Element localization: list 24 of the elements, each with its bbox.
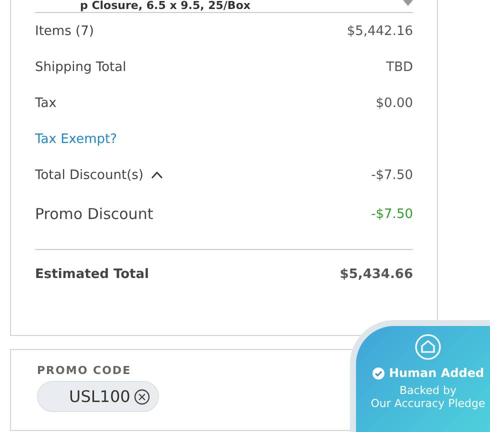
summary-value: $5,442.16 (346, 24, 413, 38)
total-value: $5,434.66 (340, 266, 413, 282)
tax-exempt-link[interactable]: Tax Exempt? (35, 132, 117, 146)
check-icon (372, 366, 385, 380)
summary-value: TBD (386, 60, 413, 74)
discount-toggle[interactable]: Total Discount(s) (35, 168, 164, 182)
caret-icon (151, 171, 164, 179)
total-label: Estimated Total (35, 266, 149, 282)
summary-label: Tax (35, 96, 56, 110)
remove-icon[interactable] (134, 388, 150, 404)
house-icon (415, 334, 441, 360)
summary-label: Shipping Total (35, 60, 126, 74)
summary-value: $0.00 (376, 96, 413, 110)
pledge-title: Human Added (388, 366, 484, 380)
item-title: p Closure, 6.5 x 9.5, 25/Box (80, 0, 250, 11)
promo-code: USL100 (69, 387, 130, 406)
summary-label: Promo Discount (35, 205, 154, 223)
summary-label: Items (7) (35, 24, 94, 38)
caret-icon (403, 0, 413, 6)
promo-heading: PROMO CODE (37, 364, 132, 377)
pledge-text: Our Accuracy Pledge (370, 397, 486, 410)
summary-value: -$7.50 (371, 168, 413, 182)
summary-value: -$7.50 (371, 206, 413, 222)
pledge-text: Backed by (399, 384, 457, 397)
